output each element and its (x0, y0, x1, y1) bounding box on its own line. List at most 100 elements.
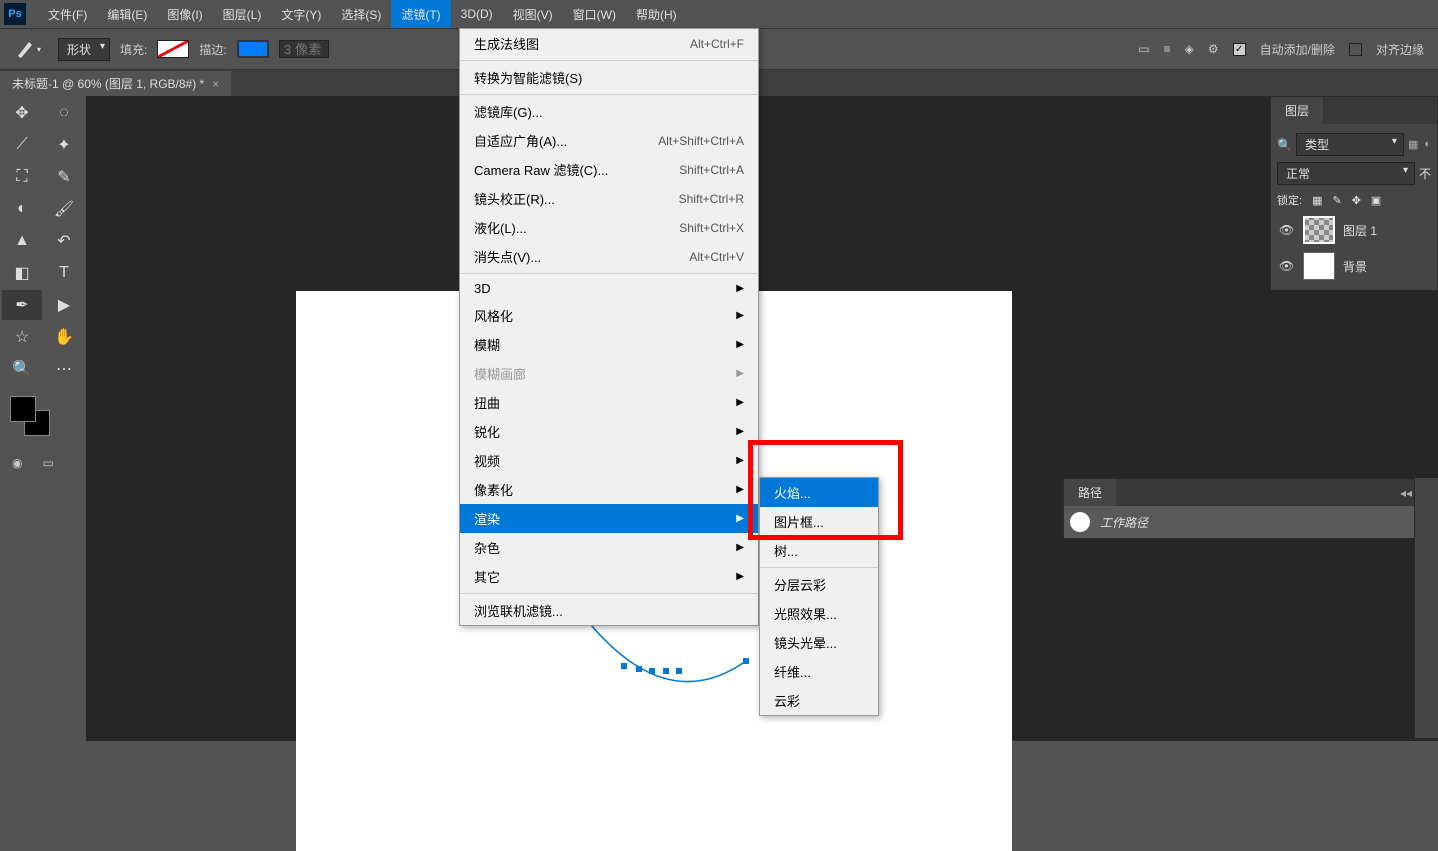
filter-gallery[interactable]: 滤镜库(G)... (460, 97, 758, 126)
healing-tool[interactable]: ◐ (2, 194, 42, 224)
render-picture-frame[interactable]: 图片框... (760, 507, 878, 536)
document-tab-close[interactable]: × (212, 77, 219, 91)
menu-layer[interactable]: 图层(L) (213, 0, 272, 28)
filter-blur[interactable]: 模糊▶ (460, 330, 758, 359)
hand-tool[interactable]: ✋ (44, 322, 84, 352)
gear-icon[interactable]: ⚙ (1208, 42, 1219, 56)
filter-distort[interactable]: 扭曲▶ (460, 388, 758, 417)
path-ops-icon[interactable]: ▭ (1138, 42, 1149, 56)
collapse-icon[interactable]: ◂◂ (1400, 486, 1412, 500)
filter-video[interactable]: 视频▶ (460, 446, 758, 475)
render-fibers[interactable]: 纤维... (760, 657, 878, 686)
magic-wand-tool[interactable]: ✦ (44, 130, 84, 160)
filter-pixelate[interactable]: 像素化▶ (460, 475, 758, 504)
layers-tab[interactable]: 图层 (1271, 97, 1323, 124)
layer-thumbnail[interactable] (1303, 216, 1335, 244)
filter-smart-filter[interactable]: 转换为智能滤镜(S) (460, 63, 758, 92)
stamp-tool[interactable]: ▲ (2, 226, 42, 256)
menu-window[interactable]: 窗口(W) (563, 0, 626, 28)
layer-row-background[interactable]: 👁 背景 (1277, 248, 1431, 284)
menu-file[interactable]: 文件(F) (38, 0, 97, 28)
paths-panel: 路径 ◂◂ × 工作路径 (1063, 478, 1438, 539)
align-edges-checkbox[interactable] (1349, 43, 1362, 56)
stroke-color-swatch[interactable] (237, 40, 269, 58)
menu-filter[interactable]: 滤镜(T) (391, 0, 450, 28)
visibility-icon[interactable]: 👁 (1279, 223, 1295, 237)
brush-tool[interactable]: 🖌 (44, 194, 84, 224)
arrange-icon[interactable]: ◈ (1185, 42, 1194, 56)
filter-pixel-icon[interactable]: ▦ (1408, 138, 1418, 151)
lasso-tool[interactable]: ⟋ (2, 130, 42, 160)
layer-row-1[interactable]: 👁 图层 1 (1277, 212, 1431, 248)
menu-type[interactable]: 文字(Y) (271, 0, 331, 28)
shape-mode-dropdown[interactable]: 形状 (58, 38, 110, 61)
filter-normal-map[interactable]: 生成法线图Alt+Ctrl+F (460, 29, 758, 58)
filter-vanishing[interactable]: 消失点(V)...Alt+Ctrl+V (460, 242, 758, 271)
lock-transparency-icon[interactable]: ▦ (1312, 194, 1322, 207)
filter-camera-raw[interactable]: Camera Raw 滤镜(C)...Shift+Ctrl+A (460, 155, 758, 184)
blend-mode-dropdown[interactable]: 正常 (1277, 162, 1415, 185)
render-flame[interactable]: 火焰... (760, 478, 878, 507)
history-brush-tool[interactable]: ↶ (44, 226, 84, 256)
visibility-icon[interactable]: 👁 (1279, 259, 1295, 273)
marquee-tool[interactable]: ◌ (44, 98, 84, 128)
filter-adaptive-wide[interactable]: 自适应广角(A)...Alt+Shift+Ctrl+A (460, 126, 758, 155)
paths-tab[interactable]: 路径 (1064, 479, 1116, 506)
pen-tool[interactable]: ✒ (2, 290, 42, 320)
stroke-width-input[interactable] (279, 40, 329, 58)
screen-mode-icon[interactable]: ▭ (42, 456, 53, 470)
search-icon[interactable]: 🔍 (1277, 138, 1292, 152)
menu-select[interactable]: 选择(S) (331, 0, 391, 28)
color-picker[interactable] (2, 392, 84, 452)
layer-filter-dropdown[interactable]: 类型 (1296, 133, 1404, 156)
type-tool[interactable]: T (44, 258, 84, 288)
zoom-tool[interactable]: 🔍 (2, 354, 42, 384)
eyedropper-tool[interactable]: ✎ (44, 162, 84, 192)
render-lens-flare[interactable]: 镜头光晕... (760, 628, 878, 657)
shape-tool[interactable]: ☆ (2, 322, 42, 352)
lock-artboard-icon[interactable]: ▣ (1371, 194, 1381, 207)
menu-edit[interactable]: 编辑(E) (97, 0, 157, 28)
render-diff-clouds[interactable]: 分层云彩 (760, 570, 878, 599)
opacity-label: 不 (1419, 165, 1431, 182)
foreground-color[interactable] (10, 396, 36, 422)
layers-panel: 图层 🔍 类型 ▦ ◐ 正常 不 锁定: ▦ ✎ ✥ ▣ (1270, 96, 1438, 291)
eraser-tool[interactable]: ◧ (2, 258, 42, 288)
auto-add-delete-checkbox[interactable]: ✓ (1233, 43, 1246, 56)
active-tool-icon[interactable]: ▾ (8, 36, 48, 62)
quick-mask-icon[interactable]: ◉ (12, 456, 22, 470)
filter-noise[interactable]: 杂色▶ (460, 533, 758, 562)
filter-stylize[interactable]: 风格化▶ (460, 301, 758, 330)
document-tab-title: 未标题-1 @ 60% (图层 1, RGB/8#) * (12, 75, 204, 92)
menu-view[interactable]: 视图(V) (503, 0, 563, 28)
menu-3d[interactable]: 3D(D) (451, 0, 503, 28)
fill-color-swatch[interactable] (157, 40, 189, 58)
filter-lens-correction[interactable]: 镜头校正(R)...Shift+Ctrl+R (460, 184, 758, 213)
crop-tool[interactable]: ⛶ (2, 162, 42, 192)
lock-pixels-icon[interactable]: ✎ (1332, 194, 1341, 207)
lock-position-icon[interactable]: ✥ (1352, 194, 1361, 207)
filter-adjust-icon[interactable]: ◐ (1424, 138, 1431, 151)
filter-3d[interactable]: 3D▶ (460, 276, 758, 301)
layer-thumbnail[interactable] (1303, 252, 1335, 280)
move-tool[interactable]: ✥ (2, 98, 42, 128)
filter-sharpen[interactable]: 锐化▶ (460, 417, 758, 446)
path-row-work[interactable]: 工作路径 (1064, 506, 1437, 538)
render-tree[interactable]: 树... (760, 536, 878, 565)
layer-name: 背景 (1343, 258, 1367, 275)
filter-blur-gallery: 模糊画廊▶ (460, 359, 758, 388)
filter-render[interactable]: 渲染▶ (460, 504, 758, 533)
tools-panel: ✥ ◌ ⟋ ✦ ⛶ ✎ ◐ 🖌 ▲ ↶ ◧ T ✒ ▶ ☆ ✋ 🔍 ⋯ ◉ ▭ (0, 96, 86, 472)
edit-toolbar[interactable]: ⋯ (44, 354, 84, 384)
menu-help[interactable]: 帮助(H) (626, 0, 687, 28)
menu-image[interactable]: 图像(I) (157, 0, 212, 28)
align-icon[interactable]: ≡ (1164, 42, 1171, 56)
document-tab[interactable]: 未标题-1 @ 60% (图层 1, RGB/8#) * × (0, 71, 231, 96)
filter-other[interactable]: 其它▶ (460, 562, 758, 591)
filter-liquify[interactable]: 液化(L)...Shift+Ctrl+X (460, 213, 758, 242)
render-clouds[interactable]: 云彩 (760, 686, 878, 715)
render-lighting[interactable]: 光照效果... (760, 599, 878, 628)
path-select-tool[interactable]: ▶ (44, 290, 84, 320)
filter-browse-online[interactable]: 浏览联机滤镜... (460, 596, 758, 625)
menubar: Ps 文件(F) 编辑(E) 图像(I) 图层(L) 文字(Y) 选择(S) 滤… (0, 0, 1438, 28)
